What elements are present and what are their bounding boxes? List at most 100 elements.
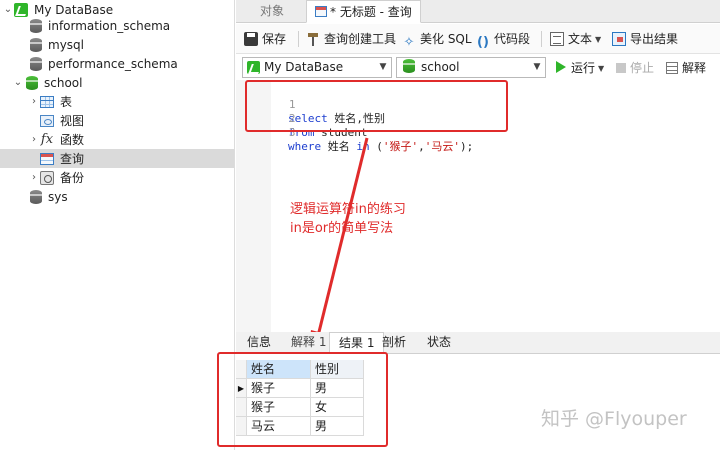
text-button[interactable]: 文本 ▼: [550, 28, 601, 50]
navigator-panel: ⌄ My DataBase information_schema mysql p…: [0, 0, 235, 450]
code-highlight-box: [245, 80, 508, 132]
connection-icon: [14, 2, 28, 17]
sql-string: '马云': [424, 140, 460, 153]
toolbar-divider: [541, 31, 542, 47]
play-icon: [556, 61, 566, 73]
chevron-right-icon[interactable]: ›: [28, 96, 40, 107]
tab-explain[interactable]: 解释 1: [282, 332, 335, 354]
magic-wand-icon: ✧: [403, 35, 415, 50]
tree-item-label: information_schema: [48, 18, 171, 33]
run-button[interactable]: 运行 ▼: [556, 57, 604, 79]
tab-label: * 无标题 - 查询: [330, 5, 412, 19]
chevron-right-icon[interactable]: ›: [28, 172, 40, 183]
sql-text: ,: [418, 140, 425, 153]
function-icon: fx: [40, 132, 54, 147]
chevron-down-icon[interactable]: ⌄: [12, 77, 24, 88]
tree-item-label: mysql: [48, 37, 84, 52]
tab-objects[interactable]: 对象: [252, 0, 292, 23]
database-select[interactable]: school ▼: [396, 57, 546, 78]
chevron-down-icon: ▼: [533, 62, 541, 72]
annotation-note-1: 逻辑运算符in的练习: [290, 202, 406, 217]
tree-item-label: sys: [48, 189, 68, 204]
database-icon: [26, 75, 38, 90]
tree-db-performance-schema[interactable]: performance_schema: [28, 54, 178, 73]
hammer-icon: [306, 32, 320, 46]
run-label: 运行: [571, 61, 596, 75]
sql-text: );: [460, 140, 474, 153]
tab-info[interactable]: 信息: [238, 332, 280, 354]
query-builder-button[interactable]: 查询创建工具: [306, 28, 396, 50]
sql-keyword: in: [356, 140, 370, 153]
tree-item-backups[interactable]: › 备份: [28, 168, 84, 187]
beautify-sql-label: 美化 SQL: [420, 32, 472, 46]
connection-selector-bar: My DataBase ▼ school ▼ 运行 ▼ 停止 解释: [236, 55, 720, 80]
database-icon: [30, 18, 42, 33]
tab-query[interactable]: * 无标题 - 查询: [306, 0, 421, 23]
explain-icon: [666, 62, 678, 74]
tab-status[interactable]: 状态: [418, 332, 460, 354]
chevron-right-icon[interactable]: ›: [28, 134, 40, 145]
result-tab-bar: 信息 解释 1 结果 1 剖析 状态: [236, 332, 720, 354]
database-icon: [403, 59, 415, 73]
tree-item-functions[interactable]: › fx 函数: [28, 130, 84, 149]
main-tab-bar: 对象 * 无标题 - 查询: [236, 0, 720, 23]
tree-db-school[interactable]: ⌄ school: [12, 73, 82, 92]
watermark: 知乎 @Flyouper: [541, 408, 687, 430]
query-toolbar: 保存 查询创建工具 ✧ 美化 SQL () 代码段 文本 ▼ 导出结果: [236, 24, 720, 54]
tree-item-label: performance_schema: [48, 56, 178, 71]
tree-db-information-schema[interactable]: information_schema: [28, 16, 170, 35]
database-icon: [30, 56, 42, 71]
code-snippet-icon: (): [477, 35, 489, 50]
tree-item-label: 函数: [60, 133, 85, 147]
database-icon: [30, 189, 42, 204]
tree-item-label: 查询: [60, 152, 85, 166]
text-icon: [550, 32, 564, 46]
save-label: 保存: [262, 32, 287, 46]
explain-button[interactable]: 解释: [666, 57, 706, 79]
query-icon: [315, 6, 327, 17]
tree-item-tables[interactable]: › 表: [28, 92, 72, 111]
code-snippet-label: 代码段: [494, 32, 531, 46]
chevron-down-icon: ▼: [379, 62, 387, 72]
database-select-value: school: [421, 60, 460, 74]
export-icon: [612, 32, 626, 46]
tab-profile[interactable]: 剖析: [373, 332, 415, 354]
text-label: 文本: [568, 32, 593, 46]
tree-item-label: school: [44, 75, 83, 90]
beautify-sql-button[interactable]: ✧ 美化 SQL: [402, 28, 472, 50]
export-result-label: 导出结果: [630, 32, 679, 46]
query-builder-label: 查询创建工具: [324, 32, 397, 46]
tree-db-mysql[interactable]: mysql: [28, 35, 84, 54]
tab-label: 对象: [260, 4, 285, 18]
connection-select-value: My DataBase: [264, 60, 344, 74]
tree-item-label: 视图: [60, 114, 85, 128]
view-icon: [40, 114, 54, 127]
stop-label: 停止: [630, 61, 655, 75]
stop-icon: [616, 63, 626, 73]
chevron-down-icon[interactable]: ⌄: [2, 4, 14, 15]
sql-text: (: [369, 140, 383, 153]
result-highlight-box: [217, 352, 388, 447]
export-result-button[interactable]: 导出结果: [612, 28, 678, 50]
tree-db-sys[interactable]: sys: [28, 187, 68, 206]
sql-string: '猴子': [382, 140, 419, 153]
stop-button[interactable]: 停止: [616, 57, 654, 79]
tree-item-label: 备份: [60, 171, 85, 185]
query-icon: [40, 152, 54, 165]
connection-select[interactable]: My DataBase ▼: [242, 57, 392, 78]
toolbar-divider: [298, 31, 299, 47]
database-icon: [30, 37, 42, 52]
save-button[interactable]: 保存: [244, 28, 286, 50]
annotation-note-2: in是or的简单写法: [290, 221, 394, 236]
tree-item-label: 表: [60, 95, 73, 109]
backup-icon: [40, 170, 54, 185]
save-icon: [244, 32, 258, 46]
tree-item-views[interactable]: 视图: [40, 111, 84, 130]
sql-keyword: where: [288, 140, 322, 153]
sql-text: 姓名: [321, 140, 357, 153]
explain-label: 解释: [682, 61, 707, 75]
connection-icon: [247, 61, 260, 74]
code-snippet-button[interactable]: () 代码段: [476, 28, 530, 50]
tree-item-label: My DataBase: [34, 2, 114, 17]
tree-item-queries[interactable]: 查询: [0, 149, 234, 168]
